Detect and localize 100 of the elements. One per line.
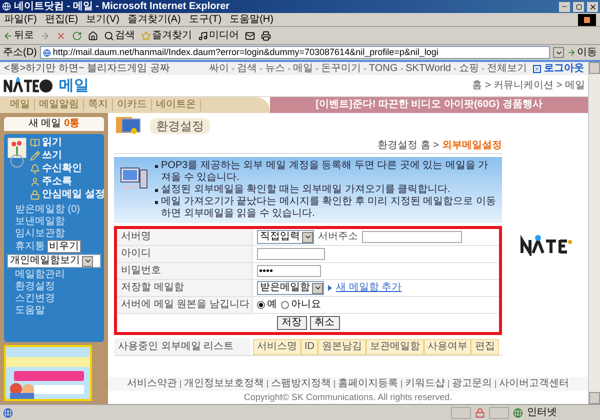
arrow-icon <box>328 285 332 291</box>
portal-link[interactable]: SKTWorld <box>406 62 451 74</box>
promo-link[interactable]: <통>하기만 하면~ 블리자드게임 공짜 <box>4 62 206 74</box>
sidebar-action-link[interactable]: 쓰기 <box>42 150 62 162</box>
form-label: 비밀번호 <box>121 265 161 277</box>
stop-icon[interactable] <box>56 30 66 40</box>
mailbox-select[interactable]: 받은메일함 <box>257 281 324 295</box>
server-select[interactable]: 직접입력 <box>257 230 314 244</box>
empty-trash-button[interactable]: 비우기 <box>47 240 81 253</box>
folder-select[interactable]: 개인메일함보기 <box>7 254 101 268</box>
footer-link[interactable]: 스팸방지정책 <box>271 378 331 390</box>
back-arrow-icon <box>3 30 13 40</box>
add-mailbox-link[interactable]: 새 메일함 추가 <box>336 282 402 294</box>
portal-link[interactable]: TONG <box>368 62 398 74</box>
sidebar-action-link[interactable]: 읽기 <box>42 137 62 149</box>
column-header: 편집 <box>471 338 500 354</box>
menu-item[interactable]: 보기(V) <box>86 14 120 26</box>
status-panel <box>489 406 509 418</box>
print-icon[interactable] <box>261 30 271 40</box>
menu-item[interactable]: 도움말(H) <box>230 14 274 26</box>
folder-link[interactable]: 보낸메일함 <box>15 216 65 228</box>
server-address-field[interactable] <box>362 231 462 243</box>
info-text: 설정된 외부메일을 확인할 때는 외부메일 가져오기를 클릭합니다. <box>161 184 450 196</box>
zone-label: 인터넷 <box>527 406 558 418</box>
column-header: 원본남김 <box>318 338 366 354</box>
close-button[interactable] <box>587 2 598 12</box>
bullet-icon <box>155 165 158 168</box>
maximize-button[interactable] <box>573 2 584 12</box>
home-icon[interactable] <box>88 30 98 40</box>
portal-link[interactable]: 뉴스 <box>264 62 285 74</box>
media-button[interactable]: 미디어 <box>198 30 239 42</box>
globe-icon <box>42 48 51 56</box>
copyright-text: Copyright© SK Communications. All rights reserved. <box>244 392 452 403</box>
address-field[interactable]: http://mail.daum.net/hanmail/Index.daum?error=login&dummy=703087614&nil_profile=p&nil_logi <box>40 46 550 59</box>
info-text: 메일 가져오기가 끝났다는 메시지를 확인한 후 미리 지정된 메일함으로 이동하면 외부메일을 읽을 수 있습니다. <box>161 196 497 220</box>
portal-link[interactable]: 쇼핑 <box>459 62 479 74</box>
form-button[interactable]: 취소 <box>310 316 340 330</box>
status-panel <box>451 406 471 418</box>
radio-label: 예 <box>267 299 277 311</box>
nav-tab[interactable]: 메일알림 <box>35 99 84 111</box>
menu-item[interactable]: 즐겨찾기(A) <box>127 14 181 26</box>
portal-link[interactable]: 싸이 <box>208 62 229 74</box>
nav-tab[interactable]: 이카드 <box>113 99 152 111</box>
nav-tab[interactable]: 메일 <box>6 99 35 111</box>
favorites-button[interactable]: 즐겨찾기 <box>141 30 192 42</box>
sidebar-action-link[interactable]: 안심메일 설정 <box>42 189 105 201</box>
minimize-button[interactable] <box>559 2 570 12</box>
footer-link[interactable]: 홈페이지등록 <box>338 378 398 390</box>
address-label: 주소(D) <box>3 46 37 58</box>
nav-tab[interactable]: 쪽지 <box>84 99 113 111</box>
portal-link[interactable]: 전체보기 <box>487 62 527 74</box>
menu-item[interactable]: 도구(T) <box>188 14 222 26</box>
portal-link[interactable]: 돈꾸미기 <box>320 62 361 74</box>
sidebar-action-link[interactable]: 주소록 <box>42 176 72 188</box>
folder-link[interactable]: 임시보관함 <box>15 228 65 240</box>
list-label: 사용중인 외부메일 리스트 <box>118 340 234 352</box>
sidebar-action-link[interactable]: 수신확인 <box>42 163 82 175</box>
new-mail-count[interactable]: 0통 <box>64 118 80 130</box>
footer-link[interactable]: 서비스약관 <box>127 378 177 390</box>
folder-link[interactable]: 받은메일함 (0) <box>15 204 80 216</box>
computer-icon <box>119 166 149 192</box>
footer-link[interactable]: 개인정보보호정책 <box>184 378 264 390</box>
sidebar-link[interactable]: 환경설정 <box>15 281 101 293</box>
menu-item[interactable]: 편집(E) <box>44 14 78 26</box>
music-note-icon <box>198 30 208 40</box>
portal-link[interactable]: 메일 <box>292 62 313 74</box>
search-button[interactable]: 검색 <box>104 30 135 42</box>
mail-icon[interactable] <box>245 30 255 40</box>
column-header: 보관메일함 <box>366 338 424 354</box>
go-button[interactable]: 이동 <box>567 46 597 58</box>
close-icon <box>588 2 596 10</box>
sidebar-link[interactable]: 메일함관리 <box>15 269 101 281</box>
password-field[interactable]: •••• <box>257 265 321 277</box>
pencil-icon <box>30 151 40 161</box>
sidebar-link[interactable]: 스킨변경 <box>15 293 101 305</box>
refresh-icon[interactable] <box>72 30 82 40</box>
footer-link[interactable]: 광고문의 <box>452 378 492 390</box>
sidebar-link[interactable]: 도움말 <box>15 305 101 317</box>
settings-home-link[interactable]: 환경설정 홈 > <box>378 140 439 152</box>
forward-icon[interactable] <box>40 30 50 40</box>
form-label: 서버명 <box>121 231 151 243</box>
nav-tab[interactable]: 네이트온 <box>152 99 201 111</box>
id-field[interactable] <box>257 248 325 260</box>
column-header: 서비스명 <box>253 338 301 354</box>
browser-icon <box>2 2 11 11</box>
logout-link[interactable]: 로그아웃 <box>544 62 584 74</box>
radio-button[interactable] <box>281 301 289 309</box>
form-button[interactable]: 저장 <box>276 316 306 330</box>
go-arrow-icon <box>567 48 576 57</box>
search-icon <box>104 30 114 40</box>
radio-button[interactable] <box>257 301 265 309</box>
bullet-icon <box>155 189 158 192</box>
back-button[interactable]: 뒤로 <box>3 30 34 42</box>
folder-link[interactable]: 휴지통 <box>15 240 45 252</box>
bell-icon <box>30 164 40 174</box>
form-label: 아이디 <box>121 248 151 260</box>
portal-link[interactable]: 검색 <box>236 62 257 74</box>
menu-item[interactable]: 파일(F) <box>4 14 37 26</box>
footer-link[interactable]: 사이버고객센터 <box>499 378 569 390</box>
footer-link[interactable]: 키워드샵 <box>405 378 445 390</box>
